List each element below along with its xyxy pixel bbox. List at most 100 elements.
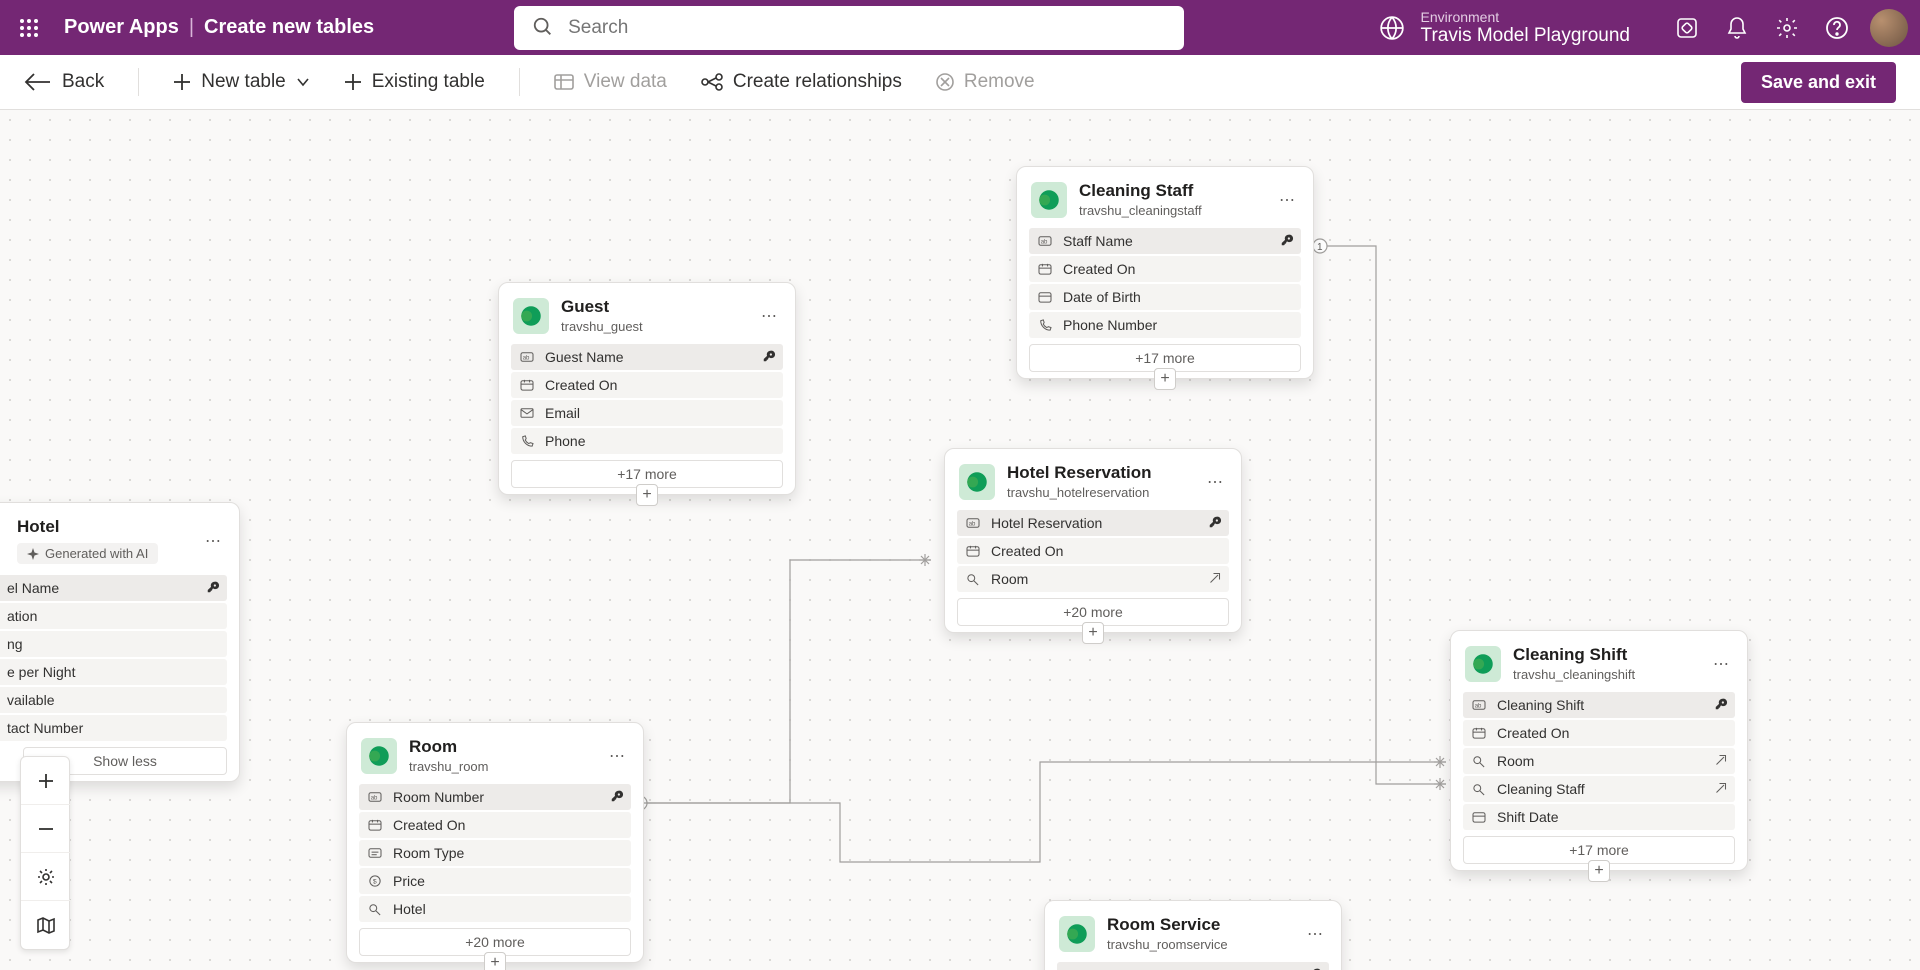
field-row[interactable]: Phone (511, 428, 783, 454)
view-data-button: View data (554, 71, 667, 93)
zoom-controls (20, 756, 70, 950)
existing-table-button[interactable]: Existing table (344, 71, 485, 93)
field-row[interactable]: Email (511, 400, 783, 426)
minimap-button[interactable] (21, 901, 71, 949)
field-row[interactable]: Date of Birth (1029, 284, 1301, 310)
field-type-icon (1471, 753, 1487, 769)
field-row[interactable]: Room (1463, 748, 1735, 774)
card-subtitle: travshu_cleaningstaff (1079, 203, 1202, 218)
field-label: Room Type (393, 845, 464, 861)
card-menu-icon[interactable]: ⋯ (1203, 468, 1227, 496)
field-label: Email (545, 405, 580, 421)
table-card-guest[interactable]: Guest travshu_guest ⋯ abGuest NameCreate… (498, 282, 796, 495)
relationship-icon (1715, 781, 1727, 797)
fit-to-screen-button[interactable] (21, 853, 71, 901)
card-menu-icon[interactable]: ⋯ (1709, 650, 1733, 678)
field-row[interactable]: Created On (1029, 256, 1301, 282)
card-title: Room Service (1107, 915, 1228, 935)
field-label: Phone Number (1063, 317, 1157, 333)
card-title: Hotel Reservation (1007, 463, 1152, 483)
card-title: Cleaning Staff (1079, 181, 1202, 201)
add-field-button[interactable]: + (1082, 622, 1104, 644)
key-icon (1715, 697, 1727, 713)
view-data-label: View data (584, 71, 667, 93)
table-icon (513, 298, 549, 334)
field-row[interactable]: abel Name (0, 575, 227, 601)
zoom-out-button[interactable] (21, 805, 71, 853)
add-field-button[interactable]: + (1588, 860, 1610, 882)
field-row[interactable]: ation (0, 603, 227, 629)
new-table-button[interactable]: New table (173, 71, 310, 93)
settings-icon[interactable] (1764, 5, 1810, 51)
save-and-exit-button[interactable]: Save and exit (1741, 62, 1896, 103)
field-row[interactable]: Room Type (359, 840, 631, 866)
field-row[interactable]: Shift Date (1463, 804, 1735, 830)
field-row[interactable]: ng (0, 631, 227, 657)
card-menu-icon[interactable]: ⋯ (1303, 920, 1327, 948)
field-row[interactable]: Hotel (359, 896, 631, 922)
field-label: Created On (991, 543, 1063, 559)
card-menu-icon[interactable]: ⋯ (605, 742, 629, 770)
ai-chip-label: Generated with AI (45, 546, 148, 561)
copilot-icon[interactable] (1664, 5, 1710, 51)
field-label: Room (991, 571, 1028, 587)
field-row[interactable]: abGuest Name (511, 344, 783, 370)
svg-text:ab: ab (1041, 240, 1048, 246)
table-card-hotel-reservation[interactable]: Hotel Reservation travshu_hotelreservati… (944, 448, 1242, 633)
brand-separator: | (189, 16, 194, 39)
zoom-in-button[interactable] (21, 757, 71, 805)
field-label: vailable (7, 692, 54, 708)
card-menu-icon[interactable]: ⋯ (757, 302, 781, 330)
toolbar-divider (138, 68, 139, 96)
field-label: ation (7, 608, 37, 624)
field-type-icon (519, 405, 535, 421)
field-row[interactable]: Created On (511, 372, 783, 398)
back-button[interactable]: Back (24, 71, 104, 93)
field-type-icon (367, 817, 383, 833)
card-subtitle: travshu_hotelreservation (1007, 485, 1152, 500)
field-label: Created On (393, 817, 465, 833)
field-row[interactable]: e per Night (0, 659, 227, 685)
field-label: Created On (1063, 261, 1135, 277)
field-label: Hotel (393, 901, 426, 917)
field-row[interactable]: Created On (1463, 720, 1735, 746)
avatar[interactable] (1870, 9, 1908, 47)
field-row[interactable]: Created On (359, 812, 631, 838)
key-icon (611, 789, 623, 805)
brand-title: Power Apps (64, 16, 179, 39)
field-row[interactable]: abRoom Number (359, 784, 631, 810)
field-row[interactable]: Phone Number (1029, 312, 1301, 338)
card-title: Cleaning Shift (1513, 645, 1635, 665)
field-row[interactable]: Cleaning Staff (1463, 776, 1735, 802)
field-row[interactable]: abService Description (1057, 962, 1329, 970)
field-row[interactable]: abStaff Name (1029, 228, 1301, 254)
notifications-icon[interactable] (1714, 5, 1760, 51)
app-launcher-icon[interactable] (12, 11, 46, 45)
add-field-button[interactable]: + (1154, 368, 1176, 390)
card-menu-icon[interactable]: ⋯ (201, 527, 225, 555)
field-type-icon (1471, 725, 1487, 741)
search-input[interactable] (514, 6, 1184, 50)
ai-chip: Generated with AI (17, 543, 158, 564)
add-field-button[interactable]: + (484, 952, 506, 970)
create-relationships-button[interactable]: Create relationships (701, 71, 902, 93)
field-list: abService Description (1057, 962, 1329, 970)
table-card-hotel[interactable]: Hotel Generated with AI ⋯ abel Nameation… (0, 502, 240, 782)
table-card-room-service[interactable]: Room Service travshu_roomservice ⋯ abSer… (1044, 900, 1342, 970)
environment-picker[interactable]: Environment Travis Model Playground (1379, 9, 1630, 47)
field-row[interactable]: tact Number (0, 715, 227, 741)
field-row[interactable]: Room (957, 566, 1229, 592)
field-row[interactable]: $Price (359, 868, 631, 894)
table-card-room[interactable]: Room travshu_room ⋯ abRoom NumberCreated… (346, 722, 644, 963)
field-row[interactable]: abHotel Reservation (957, 510, 1229, 536)
erd-canvas[interactable]: 1 1 Guest travshu_guest ⋯ abGuest NameCr… (0, 110, 1920, 970)
field-row[interactable]: Created On (957, 538, 1229, 564)
field-row[interactable]: vailable (0, 687, 227, 713)
table-card-cleaning-shift[interactable]: Cleaning Shift travshu_cleaningshift ⋯ a… (1450, 630, 1748, 871)
card-menu-icon[interactable]: ⋯ (1275, 186, 1299, 214)
field-row[interactable]: abCleaning Shift (1463, 692, 1735, 718)
help-icon[interactable] (1814, 5, 1860, 51)
header-right: Environment Travis Model Playground (1379, 5, 1908, 51)
table-card-cleaning-staff[interactable]: Cleaning Staff travshu_cleaningstaff ⋯ a… (1016, 166, 1314, 379)
add-field-button[interactable]: + (636, 484, 658, 506)
